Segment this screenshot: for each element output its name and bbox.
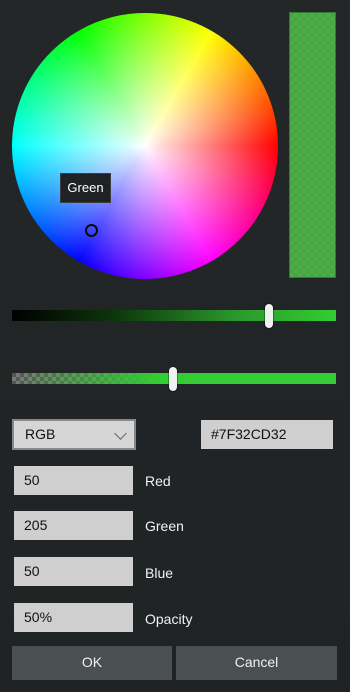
color-model-dropdown[interactable]: RGB — [12, 419, 136, 450]
color-preview-swatch — [289, 12, 336, 278]
green-input[interactable]: 205 — [14, 511, 133, 540]
value-slider-thumb[interactable] — [265, 304, 273, 328]
color-wheel[interactable] — [12, 13, 278, 279]
cancel-button[interactable]: Cancel — [176, 646, 337, 680]
chevron-down-icon — [114, 427, 127, 440]
opacity-label: Opacity — [145, 611, 193, 627]
red-input[interactable]: 50 — [14, 466, 133, 495]
green-label: Green — [145, 518, 184, 534]
value-slider-track[interactable] — [12, 310, 336, 321]
color-name-tooltip: Green — [60, 173, 111, 203]
color-selector-handle[interactable] — [85, 224, 98, 237]
ok-button[interactable]: OK — [12, 646, 172, 680]
opacity-slider-thumb[interactable] — [169, 367, 177, 391]
blue-label: Blue — [145, 565, 174, 581]
opacity-input[interactable]: 50% — [14, 603, 133, 632]
red-label: Red — [145, 473, 171, 489]
hex-input[interactable]: #7F32CD32 — [201, 420, 333, 449]
blue-input[interactable]: 50 — [14, 557, 133, 586]
color-model-value: RGB — [25, 426, 56, 442]
